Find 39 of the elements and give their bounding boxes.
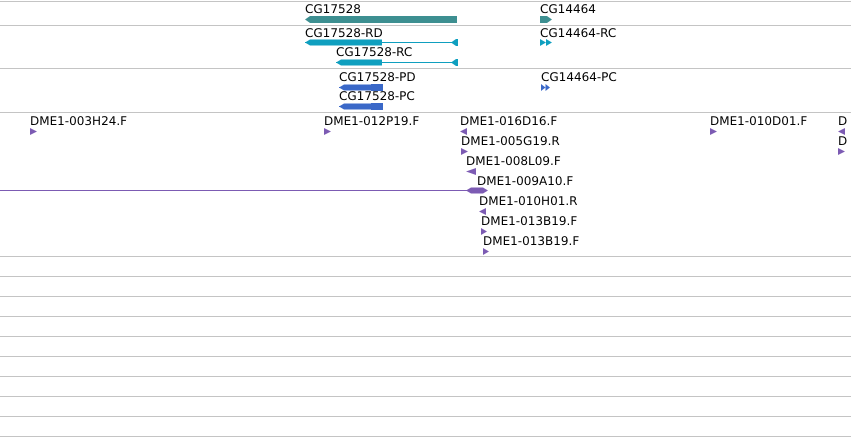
feature-glyph[interactable] — [324, 128, 331, 135]
feature-glyph[interactable] — [339, 103, 383, 110]
feature-label[interactable]: CG14464-PC — [541, 70, 617, 84]
feature-label[interactable]: D — [838, 114, 848, 128]
feature-glyph[interactable] — [838, 148, 845, 155]
feature-label[interactable]: DME1-010D01.F — [710, 114, 808, 128]
feature-glyph[interactable] — [461, 148, 468, 155]
feature-label[interactable]: DME1-013B19.F — [481, 214, 578, 228]
feature-label[interactable]: D — [838, 134, 848, 148]
feature-glyph[interactable] — [540, 39, 552, 46]
feature-label[interactable]: DME1-008L09.F — [466, 154, 561, 168]
feature-glyph[interactable] — [483, 248, 489, 255]
feature-label[interactable]: CG17528-RD — [305, 26, 383, 40]
feature-label[interactable]: CG17528-RC — [336, 45, 412, 59]
feature-label[interactable]: DME1-012P19.F — [324, 114, 420, 128]
feature-glyph[interactable] — [838, 128, 845, 135]
feature-label[interactable]: DME1-005G19.R — [461, 134, 560, 148]
feature-glyph[interactable] — [0, 187, 488, 194]
feature-glyph[interactable] — [336, 59, 458, 66]
feature-glyph[interactable] — [305, 39, 458, 46]
feature-label[interactable]: DME1-003H24.F — [30, 114, 128, 128]
feature-label[interactable]: CG14464-RC — [540, 26, 616, 40]
feature-label[interactable]: CG17528-PC — [339, 89, 415, 103]
feature-label[interactable]: CG14464 — [540, 2, 596, 16]
feature-glyph[interactable] — [540, 16, 552, 23]
feature-glyph[interactable] — [466, 168, 476, 175]
feature-glyph[interactable] — [479, 208, 486, 215]
feature-glyph[interactable] — [541, 84, 550, 91]
feature-label[interactable]: DME1-010H01.R — [479, 194, 578, 208]
feature-glyph[interactable] — [460, 128, 467, 135]
feature-label[interactable]: DME1-016D16.F — [460, 114, 558, 128]
feature-label[interactable]: DME1-009A10.F — [477, 174, 574, 188]
feature-label[interactable]: CG17528 — [305, 2, 361, 16]
feature-glyph[interactable] — [481, 228, 487, 235]
feature-label[interactable]: CG17528-PD — [339, 70, 416, 84]
feature-glyph[interactable] — [339, 84, 383, 91]
feature-glyph[interactable] — [710, 128, 717, 135]
feature-label[interactable]: DME1-013B19.F — [483, 234, 580, 248]
feature-glyph[interactable] — [30, 128, 37, 135]
